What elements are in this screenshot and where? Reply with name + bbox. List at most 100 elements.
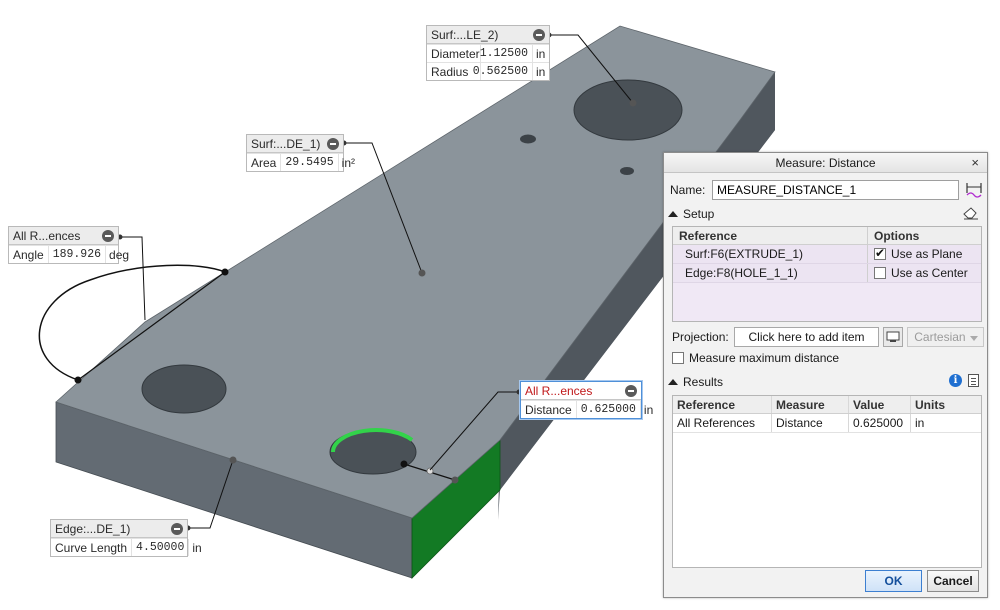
hole-small-1 (520, 134, 536, 144)
results-toolbar: i (949, 374, 979, 387)
callout-hole2[interactable]: Surf:...LE_2) Diameter 1.12500 in Radius… (426, 25, 550, 81)
name-label: Name: (670, 183, 706, 197)
result-units-header[interactable]: Units (911, 396, 981, 413)
option-label: Use as Center (891, 266, 968, 280)
name-row: Name: (670, 180, 984, 200)
result-units-cell: in (915, 416, 925, 430)
callout-surface-title: Surf:...DE_1) (251, 136, 321, 151)
callout-row: Radius 0.562500 in (427, 62, 549, 80)
hole-large-top-right (573, 79, 683, 141)
reference-cell[interactable]: Surf:F6(EXTRUDE_1) (673, 245, 868, 263)
collapse-icon[interactable] (102, 229, 114, 242)
collapse-icon[interactable] (625, 384, 637, 397)
callout-surface[interactable]: Surf:...DE_1) Area 29.5495 in² (246, 134, 355, 172)
name-input[interactable] (712, 180, 959, 200)
table-row[interactable]: All References Distance 0.625000 in (673, 414, 981, 433)
option-cell[interactable]: Use as Plane (868, 245, 981, 263)
projection-label: Projection: (672, 329, 729, 344)
collapse-icon[interactable] (533, 28, 545, 41)
dialog-titlebar[interactable]: Measure: Distance × (664, 153, 987, 173)
callout-angle-title: All R...ences (13, 228, 81, 243)
callout-distance-title: All R...ences (525, 383, 593, 398)
result-value-cell: 0.625000 (849, 414, 911, 432)
callout-hole2-header[interactable]: Surf:...LE_2) (427, 26, 549, 44)
callout-surface-header[interactable]: Surf:...DE_1) (247, 135, 343, 153)
callout-label: Area (247, 154, 282, 171)
callout-value: 0.562500 (473, 63, 533, 80)
close-icon[interactable]: × (971, 155, 979, 170)
results-label: Results (683, 375, 724, 389)
max-distance-label: Measure maximum distance (689, 351, 840, 365)
result-measure-cell: Distance (772, 414, 849, 432)
callout-edge-title: Edge:...DE_1) (55, 521, 131, 536)
reference-cell[interactable]: Edge:F8(HOLE_1_1) (673, 264, 868, 282)
callout-value: 1.12500 (480, 45, 533, 62)
callout-row: Area 29.5495 in² (247, 153, 355, 171)
callout-label: Distance (521, 401, 577, 418)
collapse-icon[interactable] (327, 137, 339, 150)
setup-section-header[interactable]: Setup (668, 206, 714, 222)
table-row[interactable]: Edge:F8(HOLE_1_1) Use as Center (673, 264, 981, 283)
callout-distance-header[interactable]: All R...ences (521, 382, 641, 400)
callout-angle-header[interactable]: All R...ences (9, 227, 118, 245)
callout-row: Curve Length 4.50000 in (51, 538, 202, 556)
dialog-buttons: OK Cancel (865, 570, 979, 592)
callout-unit: in² (341, 155, 356, 170)
collapse-triangle-icon[interactable] (668, 211, 678, 217)
option-cell[interactable]: Use as Center (868, 264, 981, 282)
measure-settings-icon[interactable] (964, 180, 984, 200)
callout-row: Angle 189.926 deg (9, 245, 129, 263)
callout-value: 29.5495 (281, 154, 339, 171)
projection-view-icon[interactable] (883, 326, 904, 347)
cancel-button[interactable]: Cancel (927, 570, 979, 592)
document-icon[interactable] (968, 374, 979, 387)
callout-row: Diameter 1.12500 in (427, 44, 549, 62)
callout-label: Diameter (427, 45, 481, 62)
results-table: Reference Measure Value Units All Refere… (672, 395, 982, 568)
reference-column-header[interactable]: Reference (673, 227, 868, 244)
callout-value: 189.926 (49, 246, 107, 263)
results-header: Reference Measure Value Units (673, 396, 981, 414)
max-distance-row[interactable]: Measure maximum distance (672, 349, 839, 367)
projection-type-select[interactable]: Cartesian (907, 326, 984, 347)
collapse-triangle-icon[interactable] (668, 379, 678, 385)
ok-button[interactable]: OK (865, 570, 922, 592)
dialog-title: Measure: Distance (775, 155, 876, 170)
hole-small-2 (620, 167, 634, 175)
result-measure-header[interactable]: Measure (772, 396, 849, 413)
info-icon[interactable]: i (949, 374, 962, 387)
results-section-header[interactable]: Results (668, 374, 723, 390)
model-viewport[interactable]: Surf:...LE_2) Diameter 1.12500 in Radius… (0, 0, 1000, 610)
callout-edge-header[interactable]: Edge:...DE_1) (51, 520, 187, 538)
eraser-icon[interactable] (963, 207, 979, 223)
callout-unit: in (643, 402, 654, 417)
callout-edge[interactable]: Edge:...DE_1) Curve Length 4.50000 in (50, 519, 202, 557)
result-reference-cell: All References (673, 414, 772, 432)
callout-value: 0.625000 (577, 401, 641, 418)
projection-collector[interactable]: Click here to add item (733, 326, 880, 347)
references-header: Reference Options (673, 227, 981, 245)
max-distance-checkbox[interactable] (672, 352, 684, 364)
measure-dialog[interactable]: Measure: Distance × Name: Setup (663, 152, 988, 598)
callout-hole2-title: Surf:...LE_2) (431, 27, 499, 42)
callout-distance[interactable]: All R...ences Distance 0.625000 in (520, 381, 653, 419)
callout-unit: in (536, 46, 546, 61)
callout-label: Angle (9, 246, 49, 263)
projection-row: Projection: Click here to add item Carte… (672, 326, 984, 347)
callout-value: 4.50000 (132, 539, 190, 556)
callout-unit: in (192, 540, 202, 555)
options-column-header[interactable]: Options (868, 227, 981, 244)
result-value-header[interactable]: Value (849, 396, 911, 413)
references-table: Reference Options Surf:F6(EXTRUDE_1) Use… (672, 226, 982, 322)
setup-label: Setup (683, 207, 715, 221)
use-as-plane-checkbox[interactable] (874, 246, 886, 260)
callout-unit: deg (109, 247, 130, 262)
callout-row: Distance 0.625000 in (521, 400, 653, 418)
table-row[interactable]: Surf:F6(EXTRUDE_1) Use as Plane (673, 245, 981, 264)
result-reference-header[interactable]: Reference (673, 396, 772, 413)
hole-large-left (141, 364, 227, 414)
collapse-icon[interactable] (171, 522, 183, 535)
callout-label: Curve Length (51, 539, 133, 556)
use-as-center-checkbox[interactable] (874, 267, 886, 279)
callout-angle[interactable]: All R...ences Angle 189.926 deg (8, 226, 129, 264)
